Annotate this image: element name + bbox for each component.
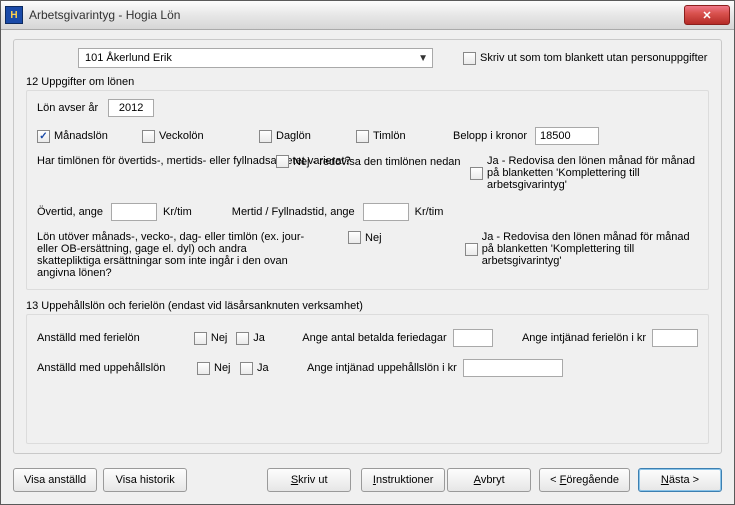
section13-group: Anställd med ferielön Nej Ja Ange antal … — [26, 314, 709, 444]
overtid-unit: Kr/tim — [163, 206, 192, 218]
section12-group: Lön avser år ✓ Månadslön Veckolön Daglön… — [26, 90, 709, 290]
close-button[interactable]: ✕ — [684, 5, 730, 25]
belopp-input[interactable] — [535, 127, 599, 145]
top-row: 101 Åkerlund Erik ▼ Skriv ut som tom bla… — [26, 48, 709, 68]
main-frame: 101 Åkerlund Erik ▼ Skriv ut som tom bla… — [13, 39, 722, 454]
ferie-row: Anställd med ferielön Nej Ja Ange antal … — [37, 329, 698, 347]
instruktioner-button[interactable]: Instruktioner — [361, 468, 445, 492]
timlon-label: Timlön — [373, 130, 453, 142]
daglon-checkbox[interactable] — [259, 130, 272, 143]
overtime-row: Övertid, ange Kr/tim Mertid / Fyllnadsti… — [37, 203, 698, 221]
belopp-label: Belopp i kronor — [453, 130, 527, 142]
q1-ja-label: Ja - Redovisa den lönen månad för månad … — [487, 155, 698, 191]
ferie-nej-checkbox[interactable] — [194, 332, 207, 345]
visa-anstalld-button[interactable]: Visa anställd — [13, 468, 97, 492]
timlon-checkbox[interactable] — [356, 130, 369, 143]
window-title: Arbetsgivarintyg - Hogia Lön — [29, 8, 684, 22]
foregaende-rest: öregående — [566, 474, 619, 486]
q1-nej-label: Nej - redovisa den timlönen nedan — [293, 156, 461, 168]
q2-ja-label: Ja - Redovisa den lönen månad för månad … — [482, 231, 698, 267]
instruktioner-rest: nstruktioner — [376, 474, 433, 486]
employee-dropdown-value: 101 Åkerlund Erik — [85, 52, 418, 64]
app-icon: H — [5, 6, 23, 24]
intjanad-uppeh-label: Ange intjänad uppehållslön i kr — [307, 362, 457, 374]
manadslon-checkbox[interactable]: ✓ — [37, 130, 50, 143]
q2-label: Lön utöver månads-, vecko-, dag- eller t… — [37, 231, 309, 279]
avbryt-button[interactable]: Avbryt — [447, 468, 531, 492]
visa-historik-label: Visa historik — [116, 474, 175, 486]
q1-nej-wrap: Nej - redovisa den timlönen nedan — [276, 155, 461, 168]
employee-dropdown[interactable]: 101 Åkerlund Erik ▼ — [78, 48, 433, 68]
window: H Arbetsgivarintyg - Hogia Lön ✕ 101 Åke… — [0, 0, 735, 505]
q2-ja-wrap: Ja - Redovisa den lönen månad för månad … — [465, 231, 698, 267]
visa-anstalld-label: Visa anställd — [24, 474, 86, 486]
overtid-label: Övertid, ange — [37, 206, 103, 218]
q1-nej-checkbox[interactable] — [276, 155, 289, 168]
betalda-feriedagar-label: Ange antal betalda feriedagar — [302, 332, 446, 344]
q2-nej-wrap: Nej — [348, 231, 445, 244]
mertid-unit: Kr/tim — [415, 206, 444, 218]
uppeh-row: Anställd med uppehållslön Nej Ja Ange in… — [37, 359, 698, 377]
ferie-ja-label: Ja — [253, 332, 302, 344]
manadslon-label: Månadslön — [54, 130, 142, 142]
foregaende-button[interactable]: < Föregående — [539, 468, 630, 492]
q2-ja-checkbox[interactable] — [465, 243, 478, 256]
salary-type-row: ✓ Månadslön Veckolön Daglön Timlön Belop… — [37, 127, 698, 145]
uppeh-nej-label: Nej — [214, 362, 240, 374]
q2-nej-checkbox[interactable] — [348, 231, 361, 244]
intjanad-uppeh-input[interactable] — [463, 359, 563, 377]
overtid-input[interactable] — [111, 203, 157, 221]
mertid-input[interactable] — [363, 203, 409, 221]
veckolon-label: Veckolön — [159, 130, 259, 142]
close-icon: ✕ — [702, 9, 711, 22]
ferie-ja-checkbox[interactable] — [236, 332, 249, 345]
q1-row: Har timlönen för övertids-, mertids- ell… — [37, 155, 698, 191]
skriv-ut-button[interactable]: Skriv ut — [267, 468, 351, 492]
blank-form-checkbox[interactable] — [463, 52, 476, 65]
mertid-label: Mertid / Fyllnadstid, ange — [232, 206, 355, 218]
blank-form-label: Skriv ut som tom blankett utan personupp… — [480, 52, 707, 64]
uppeh-ja-label: Ja — [257, 362, 307, 374]
anst-ferie-label: Anställd med ferielön — [37, 332, 194, 344]
year-label: Lön avser år — [37, 102, 98, 114]
nasta-button[interactable]: Nästa > — [638, 468, 722, 492]
section13-header: 13 Uppehållslön och ferielön (endast vid… — [26, 300, 709, 312]
year-row: Lön avser år — [37, 99, 698, 117]
q2-row: Lön utöver månads-, vecko-, dag- eller t… — [37, 231, 698, 279]
q1-ja-wrap: Ja - Redovisa den lönen månad för månad … — [470, 155, 698, 191]
betalda-feriedagar-input[interactable] — [453, 329, 493, 347]
intjanad-ferie-label: Ange intjänad ferielön i kr — [522, 332, 646, 344]
q1-ja-checkbox[interactable] — [470, 167, 483, 180]
chevron-down-icon: ▼ — [418, 53, 428, 64]
year-input[interactable] — [108, 99, 154, 117]
section12-header: 12 Uppgifter om lönen — [26, 76, 709, 88]
veckolon-checkbox[interactable] — [142, 130, 155, 143]
nasta-rest: ästa > — [669, 474, 699, 486]
button-bar: Visa anställd Visa historik Skriv ut Ins… — [13, 468, 722, 492]
visa-historik-button[interactable]: Visa historik — [103, 468, 187, 492]
titlebar: H Arbetsgivarintyg - Hogia Lön ✕ — [1, 1, 734, 30]
anst-uppeh-label: Anställd med uppehållslön — [37, 362, 197, 374]
skriv-ut-rest: kriv ut — [298, 474, 327, 486]
daglon-label: Daglön — [276, 130, 356, 142]
uppeh-ja-checkbox[interactable] — [240, 362, 253, 375]
q2-nej-label: Nej — [365, 232, 382, 244]
intjanad-ferie-input[interactable] — [652, 329, 698, 347]
ferie-nej-label: Nej — [211, 332, 237, 344]
uppeh-nej-checkbox[interactable] — [197, 362, 210, 375]
avbryt-rest: vbryt — [481, 474, 505, 486]
q1-label: Har timlönen för övertids-, mertids- ell… — [37, 155, 257, 167]
